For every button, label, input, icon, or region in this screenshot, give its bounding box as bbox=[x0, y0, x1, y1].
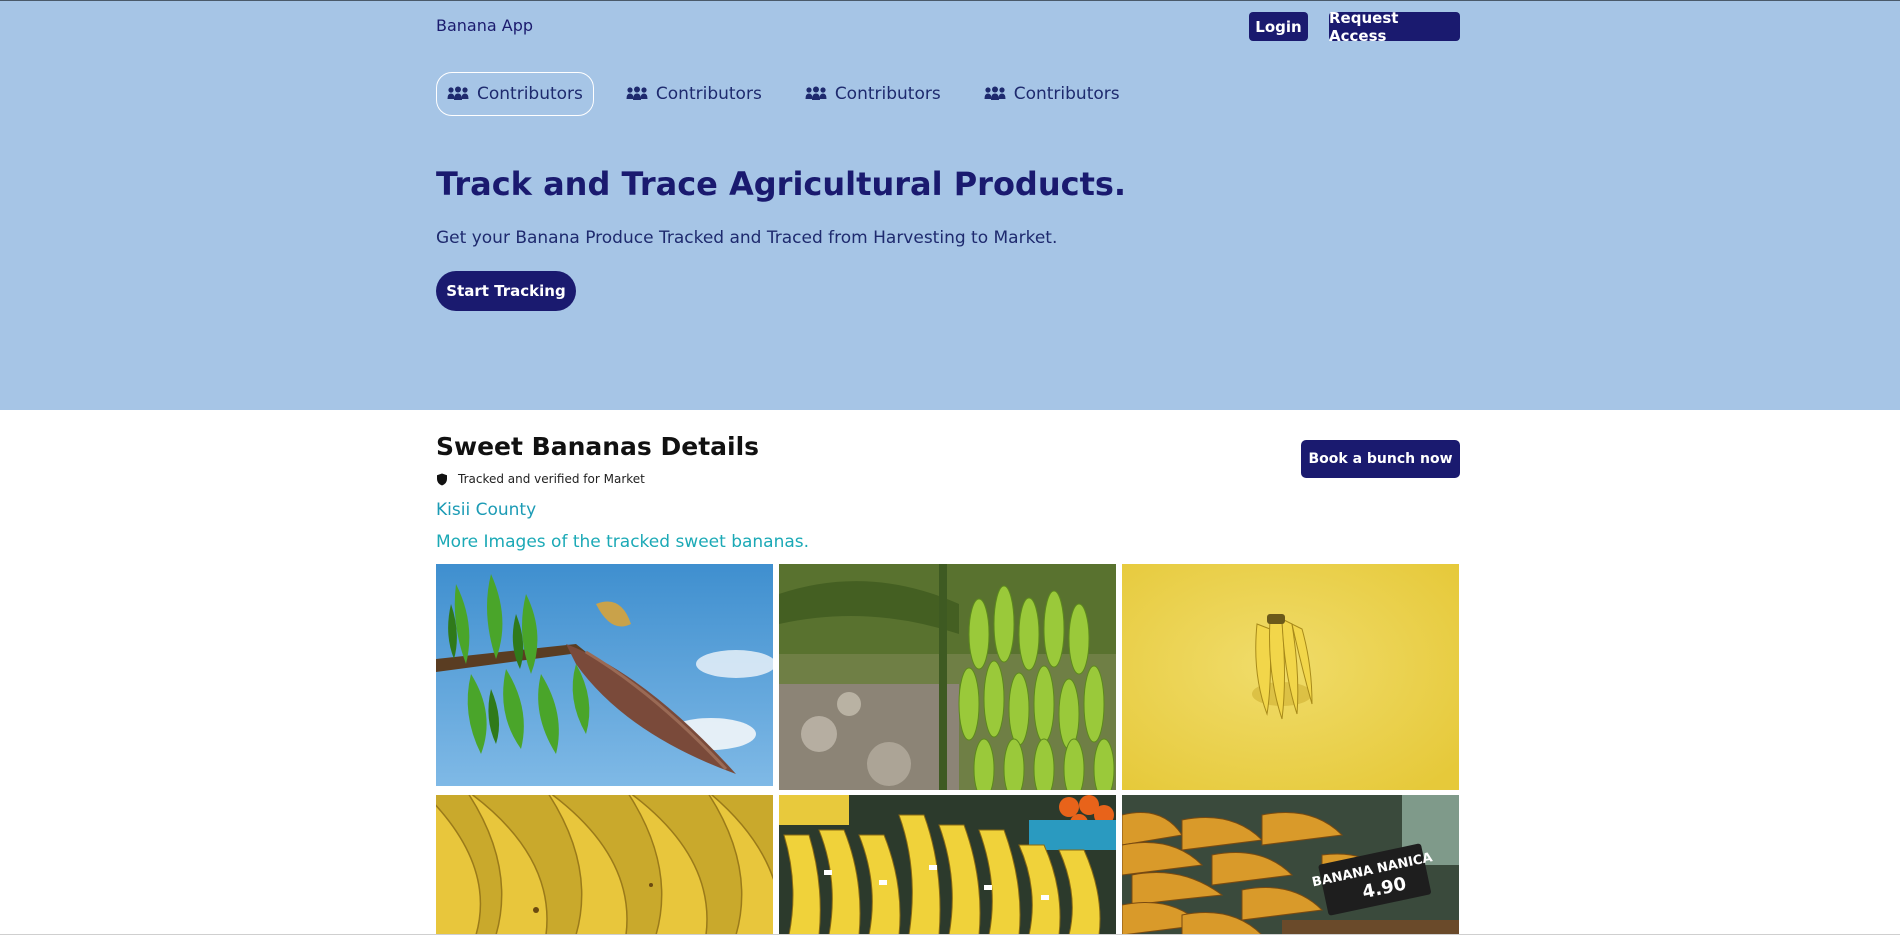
hero-subtitle: Get your Banana Produce Tracked and Trac… bbox=[436, 228, 1058, 248]
login-button[interactable]: Login bbox=[1249, 12, 1308, 41]
details-title: Sweet Bananas Details bbox=[436, 432, 760, 461]
gallery-image-green-bunch bbox=[779, 564, 1116, 790]
verified-badge: Tracked and verified for Market bbox=[436, 472, 645, 486]
nav-item-label: Contributors bbox=[655, 84, 762, 104]
nav-item-contributors-4[interactable]: Contributors bbox=[973, 72, 1131, 116]
start-tracking-button[interactable]: Start Tracking bbox=[436, 271, 576, 311]
gallery-image-closeup-bananas bbox=[436, 795, 773, 935]
verified-text: Tracked and verified for Market bbox=[458, 472, 645, 486]
request-access-button[interactable]: Request Access bbox=[1329, 9, 1460, 45]
people-icon bbox=[805, 86, 827, 102]
people-icon bbox=[984, 86, 1006, 102]
nav-item-contributors-1[interactable]: Contributors bbox=[436, 72, 594, 116]
more-images-link[interactable]: More Images of the tracked sweet bananas… bbox=[436, 532, 809, 552]
nav-item-label: Contributors bbox=[834, 84, 941, 104]
people-icon bbox=[447, 86, 469, 102]
brand-logo[interactable]: Banana App bbox=[436, 16, 533, 35]
book-bunch-button[interactable]: Book a bunch now bbox=[1301, 440, 1460, 478]
gallery-image-price-sign: BANANA NANICA 4.90 bbox=[1122, 795, 1459, 935]
nav-item-label: Contributors bbox=[477, 84, 583, 104]
shield-icon bbox=[436, 473, 448, 486]
gallery-image-banana-flower bbox=[436, 564, 773, 786]
gallery-image-bunch-on-yellow bbox=[1122, 564, 1459, 790]
main-nav: Contributors Contributors Contributors C… bbox=[436, 72, 1152, 116]
nav-item-contributors-2[interactable]: Contributors bbox=[615, 72, 773, 116]
hero-title: Track and Trace Agricultural Products. bbox=[436, 165, 1127, 203]
nav-item-contributors-3[interactable]: Contributors bbox=[794, 72, 952, 116]
nav-item-label: Contributors bbox=[1013, 84, 1120, 104]
hero-section bbox=[0, 1, 1900, 410]
people-icon bbox=[626, 86, 648, 102]
gallery-image-market-bunches bbox=[779, 795, 1116, 935]
county-link[interactable]: Kisii County bbox=[436, 500, 536, 520]
